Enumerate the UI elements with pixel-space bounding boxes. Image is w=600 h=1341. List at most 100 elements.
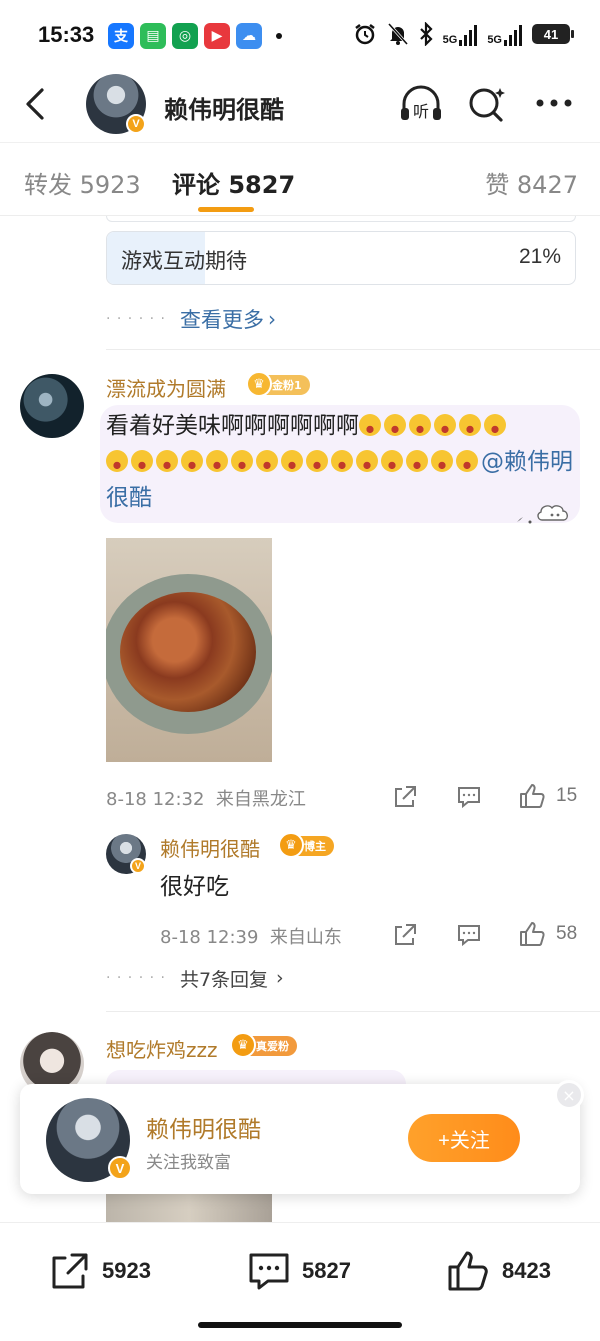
emoji-group-2 (106, 449, 481, 475)
mention-link-cont[interactable]: 很酷 (106, 485, 152, 511)
sparkle-cloud-icon (517, 505, 568, 524)
follow-button[interactable]: +关注 (408, 1114, 520, 1162)
battery-icon: 41 (532, 24, 574, 44)
reply-like-button[interactable]: 58 (518, 920, 577, 948)
shocked-emoji-icon (131, 450, 153, 472)
home-indicator[interactable] (198, 1322, 402, 1328)
shocked-emoji-icon (431, 450, 453, 472)
reply-meta: 8-18 12:39 来自山东 (160, 923, 342, 949)
like-button[interactable]: 15 (518, 782, 577, 810)
shocked-emoji-icon (256, 450, 278, 472)
share-icon[interactable] (392, 922, 418, 948)
signal-2-label: 5G (487, 34, 502, 46)
reply-time: 8-18 12:39 (160, 927, 259, 948)
poll-option-previous[interactable] (106, 216, 576, 222)
share-icon[interactable] (392, 784, 418, 810)
dots-divider: · · · · · · (106, 970, 166, 986)
poll-option-percent: 21% (518, 245, 561, 268)
mute-bell-icon (387, 22, 408, 46)
emoji-group-1 (359, 413, 509, 439)
comment-icon[interactable] (456, 785, 482, 809)
search-icon[interactable] (466, 84, 510, 124)
status-time: 15:33 (38, 22, 95, 47)
shocked-emoji-icon (156, 450, 178, 472)
shocked-emoji-icon (181, 450, 203, 472)
shocked-emoji-icon (406, 450, 428, 472)
commenter-avatar[interactable] (20, 374, 84, 438)
divider (106, 349, 600, 350)
comment-image[interactable] (106, 538, 272, 762)
shocked-emoji-icon (434, 414, 456, 436)
signal-2: 5G (487, 22, 522, 46)
shocked-emoji-icon (281, 450, 303, 472)
more-icon[interactable] (532, 88, 576, 118)
verified-badge: V (126, 114, 146, 134)
tab-like[interactable]: 赞 8427 (485, 165, 578, 200)
tv-icon: ▶ (204, 23, 230, 49)
crown-icon: ♛ (278, 832, 304, 858)
like-count: 8423 (502, 1258, 551, 1283)
comment-meta: 8-18 12:32 来自黑龙江 (106, 785, 306, 811)
follow-card-name[interactable]: 赖伟明很酷 (146, 1110, 261, 1144)
shocked-emoji-icon (381, 450, 403, 472)
crown-icon: ♛ (246, 371, 272, 397)
shocked-emoji-icon (459, 414, 481, 436)
shocked-emoji-icon (356, 450, 378, 472)
comment-text: 看着好美味啊啊啊啊啊啊 @赖伟明 很酷 (106, 408, 576, 516)
divider (106, 1011, 600, 1012)
repost-button[interactable]: 5923 (48, 1249, 151, 1293)
headphones-icon[interactable]: 听 (398, 84, 444, 124)
comment-icon[interactable] (456, 923, 482, 947)
like-button[interactable]: 8423 (446, 1249, 551, 1293)
comment-time: 8-18 12:32 (106, 789, 205, 810)
shocked-emoji-icon (231, 450, 253, 472)
comment-location: 来自黑龙江 (215, 789, 306, 810)
message-icon: ▤ (140, 23, 166, 49)
more-notifications-dot (276, 33, 282, 39)
reply-text: 很好吃 (160, 874, 229, 900)
comment-image[interactable] (106, 1194, 272, 1222)
fan-badge-label: 金粉1 (272, 379, 302, 392)
alipay-icon: 支 (108, 23, 134, 49)
food-shape (120, 592, 256, 712)
share-icon (52, 1253, 88, 1289)
fan-badge: ♛ 真爱粉 (230, 1032, 297, 1058)
comment-button[interactable]: 5827 (246, 1249, 351, 1293)
status-bar: 15:33 支 ▤ ◎ ▶ ☁ 5G 5G 41 (0, 0, 600, 70)
mention-link[interactable]: @赖伟明 (481, 449, 573, 475)
status-app-icons: 支 ▤ ◎ ▶ ☁ (108, 23, 282, 49)
see-more-link[interactable]: 查看更多 (180, 304, 264, 334)
reply-author-name[interactable]: 赖伟明很酷 (160, 833, 260, 862)
poll-option[interactable]: 游戏互动期待 21% (106, 231, 576, 285)
reply-verified-badge: V (130, 858, 146, 874)
poll-see-more[interactable]: · · · · · · 查看更多 › (106, 304, 276, 334)
shocked-emoji-icon (306, 450, 328, 472)
reply-like-count: 58 (556, 923, 578, 944)
signal-1: 5G (443, 22, 478, 46)
more-replies-label: 共7条回复 (179, 968, 269, 991)
like-count: 15 (556, 785, 578, 806)
weather-icon: ☁ (236, 23, 262, 49)
shocked-emoji-icon (456, 450, 478, 472)
author-badge-label: 博主 (304, 840, 326, 853)
author-name[interactable]: 赖伟明很酷 (164, 90, 284, 125)
thumbs-up-icon (448, 1251, 488, 1291)
fan-badge: ♛ 金粉1 (246, 371, 310, 397)
shocked-emoji-icon (484, 414, 506, 436)
commenter-name[interactable]: 漂流成为圆满 (106, 373, 226, 402)
chevron-right-icon: › (276, 967, 284, 989)
back-icon[interactable] (18, 84, 54, 124)
more-replies-link[interactable]: · · · · · · 共7条回复 › (106, 964, 284, 992)
reply-location: 来自山东 (269, 927, 342, 948)
shocked-emoji-icon (409, 414, 431, 436)
tab-bar: 转发 5923 评论 5827 赞 8427 (0, 142, 600, 216)
fan-badge-label: 真爱粉 (256, 1040, 289, 1053)
shocked-emoji-icon (384, 414, 406, 436)
shocked-emoji-icon (331, 450, 353, 472)
close-icon[interactable]: × (554, 1080, 584, 1110)
thumbs-up-icon (520, 784, 545, 808)
signal-1-label: 5G (442, 34, 458, 46)
tab-repost[interactable]: 转发 5923 (24, 165, 141, 200)
commenter-name[interactable]: 想吃炸鸡zzz (106, 1034, 218, 1063)
tab-comment[interactable]: 评论 5827 (172, 165, 295, 200)
